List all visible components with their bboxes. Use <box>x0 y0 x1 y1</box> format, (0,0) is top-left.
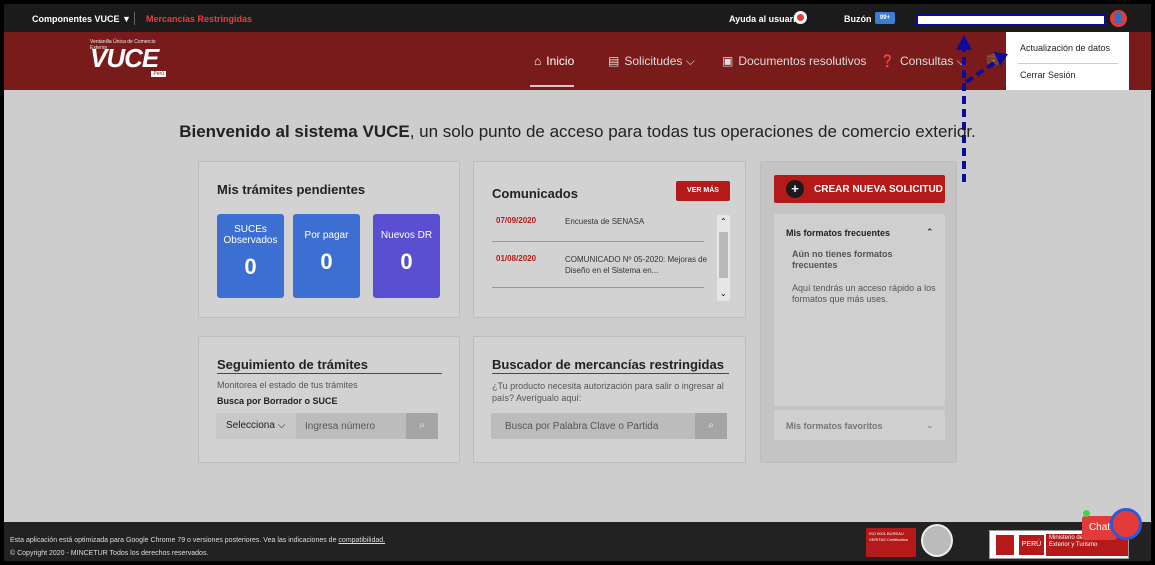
page-frame: Componentes VUCE ▼ Mercancías Restringid… <box>4 4 1151 561</box>
certification-seal-icon <box>921 524 953 557</box>
peru-label: PERÚ <box>1019 535 1044 555</box>
comunicado-text: Encuesta de SENASA <box>565 217 645 226</box>
frecuentes-panel: Mis formatos frecuentes ⌃ Aún no tienes … <box>774 214 945 406</box>
favoritos-panel[interactable]: Mis formatos favoritos ⌄ <box>774 410 945 440</box>
comunicados-card: Comunicados VER MÁS <box>473 161 746 318</box>
favoritos-title: Mis formatos favoritos <box>786 421 883 431</box>
seguimiento-title: Seguimiento de trámites <box>217 357 368 372</box>
comunicado-date: 07/09/2020 <box>496 216 537 225</box>
tile-por-pagar[interactable]: Por pagar 0 <box>293 214 360 298</box>
search-icon[interactable]: ⌕ <box>406 413 438 439</box>
tile-label: Por pagar <box>304 230 349 241</box>
comunicados-scrollbar[interactable]: ⌃ ⌄ <box>717 215 730 301</box>
numero-input[interactable]: Ingresa número <box>305 421 375 432</box>
bureau-veritas-logo: ISO 9001 BUREAU VERITAS Certification <box>866 528 916 557</box>
chevron-up-icon[interactable]: ⌃ <box>926 227 934 238</box>
buscador-card: Buscador de mercancías restringidas ¿Tu … <box>473 336 746 463</box>
buscador-desc: ¿Tu producto necesita autorización para … <box>492 381 724 403</box>
seguimiento-card: Seguimiento de trámites Monitorea el est… <box>198 336 460 463</box>
tile-value: 0 <box>400 249 413 274</box>
welcome-rest: , un solo punto de acceso para todas tus… <box>409 122 976 141</box>
tile-nuevos-dr[interactable]: Nuevos DR 0 <box>373 214 440 298</box>
buscador-title: Buscador de mercancías restringidas <box>492 357 724 372</box>
crear-solicitud-label: CREAR NUEVA SOLICITUD <box>814 184 943 195</box>
footer: Esta aplicación está optimizada para Goo… <box>4 522 1151 561</box>
crear-solicitud-button[interactable]: + CREAR NUEVA SOLICITUD <box>774 175 945 203</box>
divider <box>492 241 704 242</box>
coat-of-arms-icon <box>996 535 1014 555</box>
no-formatos-text: Aún no tienes formatos frecuentes <box>792 249 893 270</box>
welcome-heading: Bienvenido al sistema VUCE, un solo punt… <box>4 122 1151 142</box>
frecuentes-title[interactable]: Mis formatos frecuentes <box>786 228 890 238</box>
chat-widget[interactable]: Chat <box>1082 508 1142 544</box>
tile-value: 0 <box>320 249 333 274</box>
comunicados-title: Comunicados <box>492 186 578 201</box>
tile-suces-observados[interactable]: SUCEs Observados 0 <box>217 214 284 298</box>
formatos-help-text: Aquí tendrás un acceso rápido a los form… <box>792 283 936 304</box>
chevron-down-icon[interactable]: ⌄ <box>926 420 934 431</box>
copyright-text: © Copyright 2020 - MINCETUR Todos los de… <box>10 550 209 557</box>
tile-value: 0 <box>244 254 257 279</box>
comunicado-date: 01/08/2020 <box>496 254 537 263</box>
footer-compat-text: Esta aplicación está optimizada para Goo… <box>10 537 385 544</box>
busca-label: Busca por Borrador o SUCE <box>217 396 338 406</box>
chat-bubble-icon[interactable] <box>1110 508 1142 540</box>
online-status-icon <box>1083 510 1090 517</box>
buscador-search: Busca por Palabra Clave o Partida ⌕ <box>491 413 727 439</box>
compatibilidad-link[interactable]: compatibilidad. <box>338 537 385 544</box>
divider <box>492 287 704 288</box>
buscador-input[interactable]: Busca por Palabra Clave o Partida <box>505 421 658 432</box>
seguimiento-search: Selecciona ⌵ Ingresa número ⌕ <box>216 413 438 439</box>
tile-label: Nuevos DR <box>380 230 433 241</box>
seguimiento-subtitle: Monitorea el estado de tus trámites <box>217 380 358 390</box>
plus-icon: + <box>786 180 804 198</box>
scroll-thumb[interactable] <box>719 232 728 278</box>
pendientes-title: Mis trámites pendientes <box>217 182 366 197</box>
compat-text: Esta aplicación está optimizada para Goo… <box>10 537 337 544</box>
welcome-bold: Bienvenido al sistema VUCE <box>179 122 410 141</box>
chevron-up-icon[interactable]: ⌃ <box>720 217 727 226</box>
comunicado-text: COMUNICADO Nº 05-2020: Mejoras de Diseño… <box>565 255 708 275</box>
title-underline <box>217 373 442 374</box>
chevron-down-icon[interactable]: ⌄ <box>720 289 727 298</box>
tile-label: SUCEs Observados <box>223 224 278 246</box>
search-icon[interactable]: ⌕ <box>695 413 727 439</box>
ver-mas-button[interactable]: VER MÁS <box>676 181 730 201</box>
title-underline <box>492 373 729 374</box>
tipo-select[interactable]: Selecciona ⌵ <box>216 413 296 439</box>
